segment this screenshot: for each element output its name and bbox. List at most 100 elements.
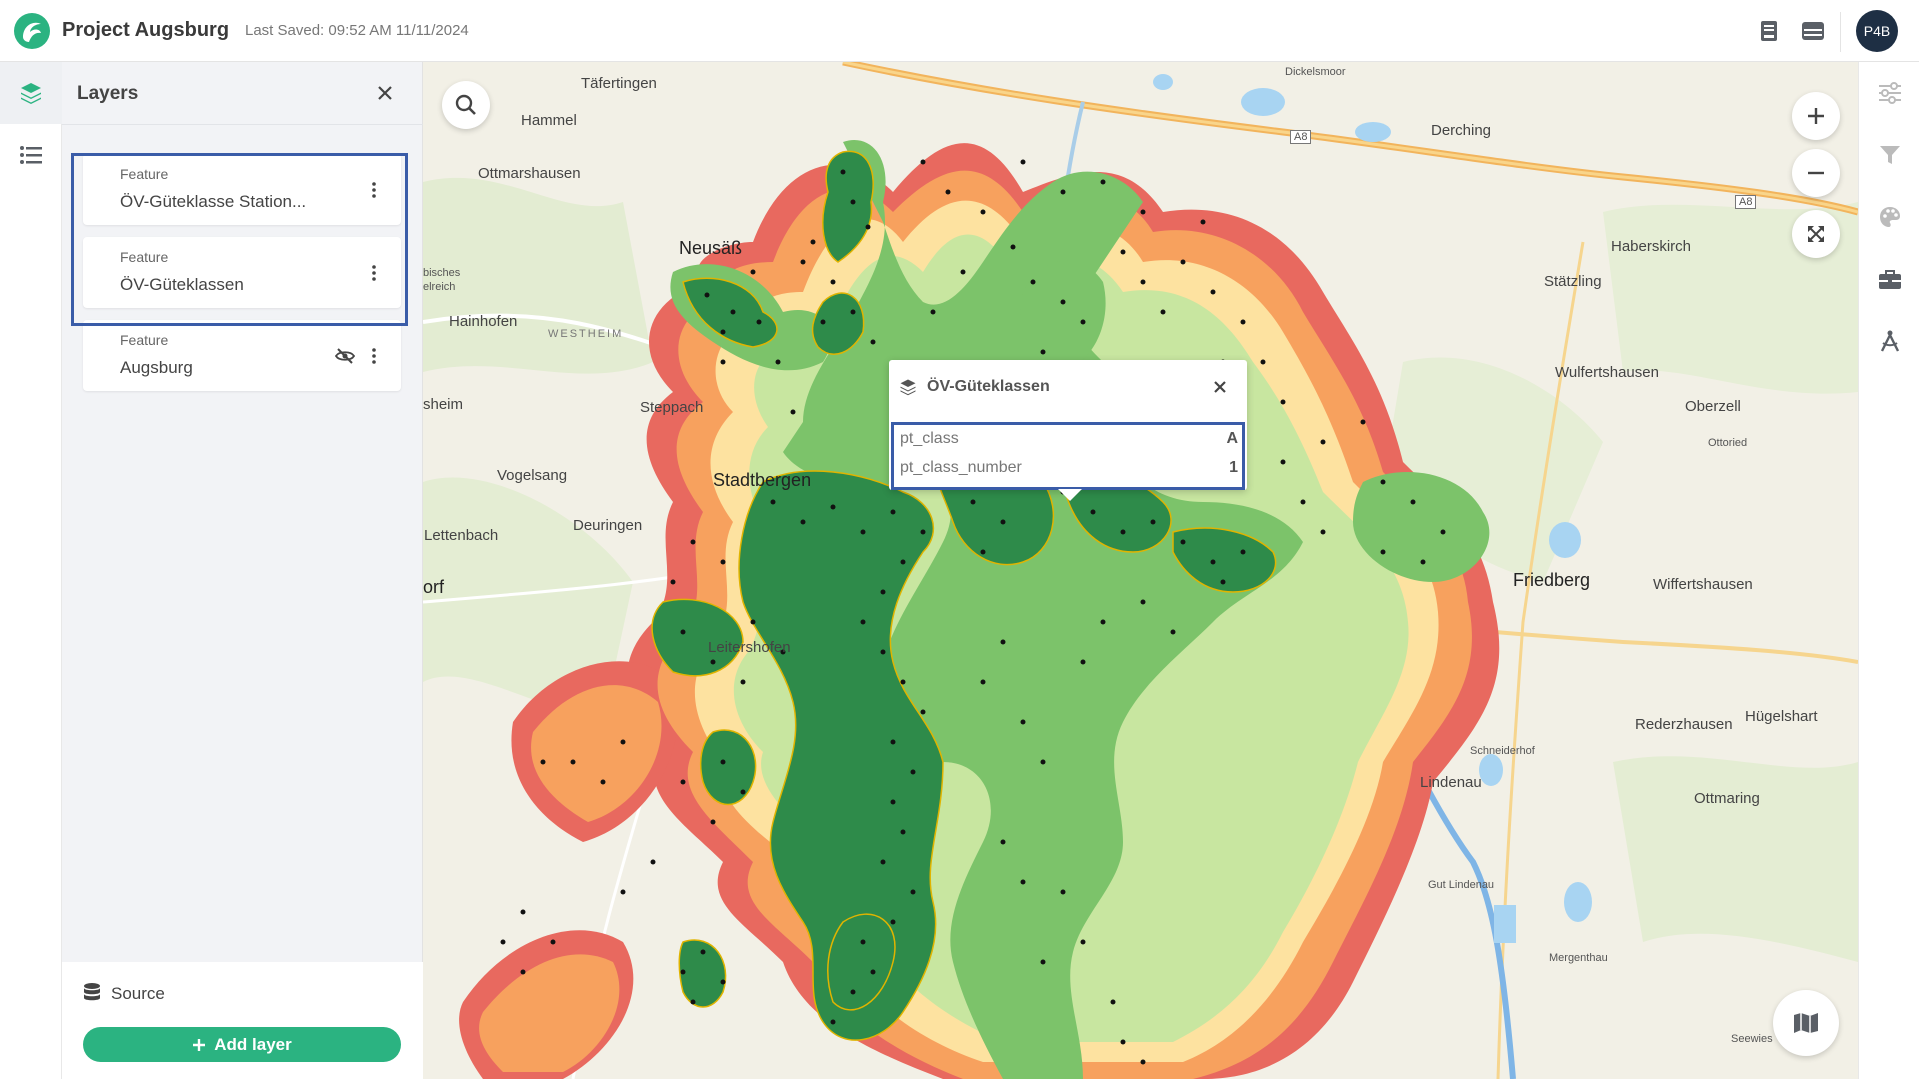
layer-menu-button[interactable]: [366, 261, 382, 285]
attribute-row: pt_class A: [900, 430, 1238, 456]
layer-item[interactable]: Feature ÖV-Güteklassen: [83, 237, 401, 308]
map-label: Neusäß: [679, 238, 743, 258]
close-panel-button[interactable]: [372, 80, 398, 106]
map-label: Hammel: [521, 112, 577, 129]
fullscreen-icon: [1808, 226, 1824, 242]
plus-icon: [193, 1038, 206, 1051]
map-label: Deuringen: [573, 517, 643, 534]
attribute-value: A: [1226, 430, 1238, 447]
map-label: Dickelsmoor: [1285, 66, 1346, 78]
left-icon-rail: [0, 62, 62, 1079]
map-label: Stätzling: [1544, 273, 1602, 290]
more-vert-icon: [372, 265, 376, 281]
map-label: Lettenbach: [424, 527, 499, 544]
map-label: Wiffertshausen: [1653, 576, 1753, 593]
more-vert-icon: [372, 182, 376, 198]
map-label: Vogelsang: [497, 467, 568, 484]
header-divider: [1840, 12, 1841, 52]
map-label: Hügelshart: [1745, 708, 1818, 725]
layer-menu-button[interactable]: [366, 178, 382, 202]
app-logo[interactable]: [13, 12, 51, 50]
zoom-out-button[interactable]: [1792, 149, 1840, 197]
popup-pointer: [1058, 489, 1082, 501]
layer-item[interactable]: Feature ÖV-Güteklasse Station...: [83, 154, 401, 225]
attribute-key: pt_class_number: [900, 459, 1022, 476]
source-label: Source: [111, 984, 165, 1003]
palette-icon: [1880, 207, 1900, 227]
map-label: Hainhofen: [449, 313, 518, 330]
autobahn-shield: A8: [1290, 130, 1312, 144]
source-section: Source Add layer: [62, 962, 423, 1079]
map-label: elreich: [423, 281, 456, 293]
database-icon: [84, 983, 100, 1001]
filter-icon: [1880, 146, 1900, 164]
map-label: Rederzhausen: [1635, 716, 1733, 733]
map-search-button[interactable]: [442, 81, 490, 129]
feature-popup: ÖV-Güteklassen pt_class A pt_class_numbe…: [889, 360, 1247, 490]
close-icon: [1214, 381, 1226, 393]
attribute-key: pt_class: [900, 430, 959, 447]
popup-attribute-table: pt_class A pt_class_number 1: [891, 422, 1245, 490]
right-toolbar: [1858, 62, 1919, 1079]
add-layer-label: Add layer: [214, 1034, 292, 1054]
map-label: Steppach: [640, 399, 704, 416]
map-icon: [1794, 1013, 1818, 1033]
map-canvas[interactable]: Täfertingen Hammel Ottmarshausen Neusäß …: [423, 62, 1858, 1079]
zoom-in-button[interactable]: [1792, 92, 1840, 140]
map-label: orf: [423, 577, 445, 597]
more-vert-icon: [372, 348, 376, 364]
map-base: [423, 62, 1858, 1079]
compass-icon: [1880, 330, 1900, 352]
layers-panel-title: Layers: [77, 83, 139, 104]
layer-menu-button[interactable]: [366, 344, 382, 368]
close-icon: [378, 86, 392, 100]
search-icon: [455, 94, 476, 115]
map-label: Ottoried: [1708, 437, 1748, 449]
sliders-icon: [1879, 82, 1901, 104]
map-label: WESTHEIM: [548, 328, 624, 340]
plus-icon: [1808, 108, 1824, 124]
avatar[interactable]: P4B: [1856, 10, 1898, 52]
basemap-button[interactable]: [1773, 990, 1839, 1056]
map-label: Seewies: [1731, 1033, 1773, 1045]
map-label: bisches: [423, 267, 461, 279]
popup-close-button[interactable]: [1209, 376, 1231, 398]
map-label: Haberskirch: [1611, 238, 1692, 255]
project-title: Project Augsburg: [62, 19, 230, 41]
map-label: Wulfertshausen: [1555, 364, 1659, 381]
visibility-toggle[interactable]: [333, 344, 357, 368]
style-tool-button[interactable]: [1875, 202, 1905, 232]
attribute-row: pt_class_number 1: [900, 459, 1238, 485]
layers-icon: [900, 379, 916, 396]
map-label: sheim: [423, 396, 464, 413]
eye-off-icon: [335, 348, 355, 364]
scenario-tool-button[interactable]: [1875, 326, 1905, 356]
map-label: Ottmarshausen: [478, 165, 581, 182]
map-label: Gut Lindenau: [1428, 879, 1495, 891]
filter-tool-button[interactable]: [1875, 140, 1905, 170]
layers-panel: Layers Feature ÖV-Güteklasse Station... …: [62, 62, 423, 1079]
layers-icon: [21, 83, 41, 104]
map-label: Friedberg: [1513, 570, 1591, 590]
layers-panel-header: Layers: [62, 62, 423, 125]
layer-name: Augsburg: [120, 358, 193, 377]
autobahn-shield: A8: [1735, 195, 1757, 209]
layer-item[interactable]: Feature Augsburg: [83, 320, 401, 391]
map-label: Leitershofen: [708, 639, 791, 656]
rail-layers-button[interactable]: [0, 62, 62, 124]
minus-icon: [1808, 171, 1824, 175]
rail-list-button[interactable]: [0, 124, 62, 186]
add-layer-button[interactable]: Add layer: [83, 1027, 401, 1062]
book-icon[interactable]: [1755, 17, 1783, 45]
map-label: Oberzell: [1685, 398, 1741, 415]
map-label: Täfertingen: [581, 75, 657, 92]
map-label: Mergenthau: [1549, 952, 1608, 964]
toolbox-tool-button[interactable]: [1875, 264, 1905, 294]
layer-name: ÖV-Güteklassen: [120, 275, 244, 294]
map-label: Ottmaring: [1694, 790, 1760, 807]
attribute-value: 1: [1229, 459, 1238, 476]
properties-tool-button[interactable]: [1875, 78, 1905, 108]
layer-type: Feature: [120, 166, 169, 182]
fullscreen-button[interactable]: [1792, 210, 1840, 258]
table-icon[interactable]: [1799, 17, 1827, 45]
